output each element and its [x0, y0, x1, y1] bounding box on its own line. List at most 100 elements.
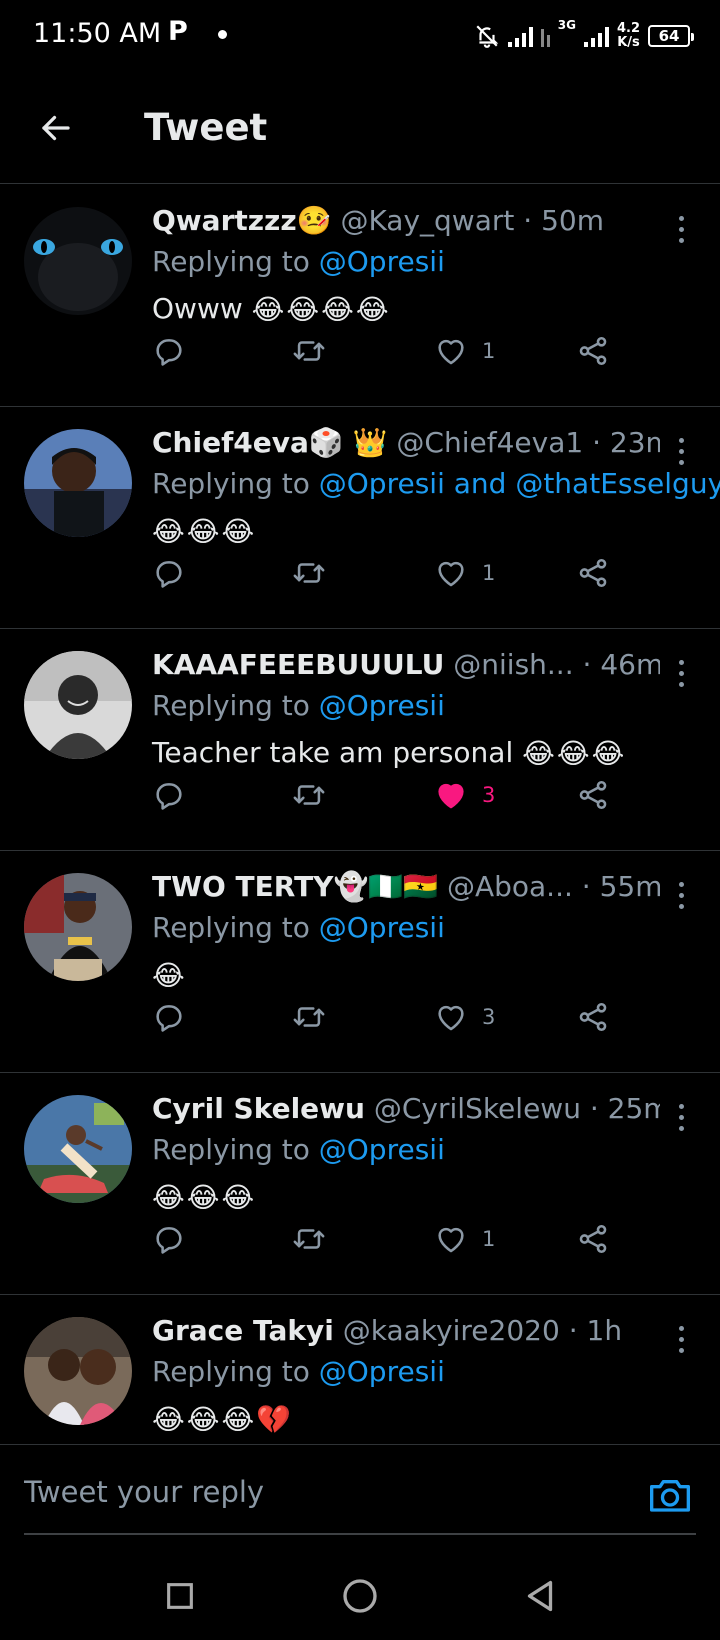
like-count: 1	[482, 1227, 496, 1251]
tweet-time: · 46m	[582, 648, 660, 681]
share-button[interactable]	[576, 995, 610, 1039]
more-options-button[interactable]	[666, 1319, 696, 1359]
author-handle: @CyrilSkelewu	[373, 1092, 581, 1125]
replying-prefix: Replying to	[152, 467, 310, 500]
reply-button[interactable]	[152, 773, 186, 817]
system-back-button[interactable]	[516, 1572, 564, 1620]
avatar[interactable]	[24, 1095, 132, 1203]
share-icon	[579, 1002, 607, 1032]
emoji: 😂	[591, 737, 625, 770]
retweet-button[interactable]	[292, 551, 326, 595]
mention-link[interactable]: @Opresii	[319, 1133, 445, 1166]
emoji: 😂	[556, 737, 590, 770]
mention-link[interactable]: @Opresii	[319, 911, 445, 944]
reply-button[interactable]	[152, 995, 186, 1039]
retweet-button[interactable]	[292, 995, 326, 1039]
share-icon	[579, 558, 607, 588]
more-options-button[interactable]	[666, 431, 696, 471]
retweet-icon	[293, 1007, 325, 1027]
tweet-actions: 1	[152, 1217, 632, 1261]
mention-link[interactable]: @Opresii	[319, 1355, 445, 1388]
emoji: 😂	[152, 515, 185, 548]
tweet-time: · 25m	[589, 1092, 660, 1125]
tweet-emojis: 😂 😂 😂	[152, 508, 254, 556]
like-button[interactable]: 1	[434, 1217, 495, 1261]
reply-tweet[interactable]: Chief4eva🎲 👑 @Chief4eva1 · 23m Replying …	[0, 407, 720, 629]
tweet-text: 😂	[152, 951, 660, 999]
emoji: 😂	[186, 1181, 220, 1214]
like-count: 3	[482, 783, 496, 807]
reply-input[interactable]	[24, 1467, 624, 1517]
status-icons: 3G 4.2 K/s 64	[474, 18, 694, 54]
home-button[interactable]	[336, 1572, 384, 1620]
reply-button[interactable]	[152, 551, 186, 595]
more-options-button[interactable]	[666, 653, 696, 693]
replying-prefix: Replying to	[152, 689, 310, 722]
share-button[interactable]	[576, 773, 610, 817]
replying-to: Replying to @Opresii	[152, 685, 660, 727]
reply-button[interactable]	[152, 329, 186, 373]
retweet-button[interactable]	[292, 329, 326, 373]
mention-link[interactable]: @Opresii	[319, 689, 445, 722]
author-name[interactable]: Grace Takyi	[152, 1314, 334, 1347]
like-button[interactable]: 3	[434, 773, 495, 817]
like-button[interactable]: 1	[434, 329, 495, 373]
heart-icon	[434, 1000, 468, 1034]
reply-button[interactable]	[152, 1217, 186, 1261]
signal-1-icon	[507, 25, 533, 47]
like-count: 1	[482, 339, 496, 363]
status-time: 11:50 AM	[33, 18, 162, 49]
tweet-content: KAAAFEEEBUUULU @niish... · 46m Replying …	[152, 645, 660, 777]
avatar[interactable]	[24, 207, 132, 315]
share-icon	[579, 780, 607, 810]
reply-tweet[interactable]: Grace Takyi @kaakyire2020 · 1h Replying …	[0, 1295, 720, 1445]
author-name[interactable]: Cyril Skelewu	[152, 1092, 365, 1125]
tweet-content: TWO TERTY👻🇳🇬🇬🇭 @Aboa... · 55m Replying t…	[152, 867, 660, 999]
avatar[interactable]	[24, 429, 132, 537]
emoji: 😂	[522, 737, 555, 770]
share-button[interactable]	[576, 329, 610, 373]
share-icon	[579, 1224, 607, 1254]
tweet-time: · 55m	[581, 870, 660, 903]
tweet-content: Chief4eva🎲 👑 @Chief4eva1 · 23m Replying …	[152, 423, 720, 556]
back-button[interactable]	[34, 106, 78, 150]
author-name[interactable]: Chief4eva	[152, 426, 309, 459]
tweet-header: KAAAFEEEBUUULU @niish... · 46m	[152, 645, 660, 685]
more-options-button[interactable]	[666, 1097, 696, 1137]
recents-button[interactable]	[156, 1572, 204, 1620]
author-name[interactable]: TWO TERTY	[152, 870, 333, 903]
retweet-button[interactable]	[292, 773, 326, 817]
mention-link[interactable]: @Opresii and @thatEsselguy	[319, 467, 720, 500]
like-button[interactable]: 1	[434, 551, 495, 595]
camera-button[interactable]	[648, 1475, 692, 1515]
mention-link[interactable]: @Opresii	[319, 245, 445, 278]
avatar[interactable]	[24, 651, 132, 759]
more-options-button[interactable]	[666, 209, 696, 249]
retweet-button[interactable]	[292, 1217, 326, 1261]
author-handle: @niish...	[453, 648, 574, 681]
emoji: 😂	[221, 1181, 255, 1214]
author-name[interactable]: KAAAFEEEBUUULU	[152, 648, 444, 681]
emoji: 😂	[152, 1181, 185, 1214]
author-handle: @Aboa...	[446, 870, 573, 903]
tweet-emojis: 😂 😂 😂 😂	[252, 286, 389, 334]
author-name[interactable]: Qwartzzz	[152, 204, 297, 237]
avatar[interactable]	[24, 1317, 132, 1425]
share-button[interactable]	[576, 1217, 610, 1261]
retweet-icon	[293, 785, 325, 805]
author-handle: @Chief4eva1	[396, 426, 584, 459]
reply-tweet[interactable]: Qwartzzz🤒 @Kay_qwart · 50m Replying to @…	[0, 185, 720, 407]
author-handle: @Kay_qwart	[340, 204, 515, 237]
reply-tweet[interactable]: KAAAFEEEBUUULU @niish... · 46m Replying …	[0, 629, 720, 851]
more-options-button[interactable]	[666, 875, 696, 915]
like-button[interactable]: 3	[434, 995, 495, 1039]
replying-prefix: Replying to	[152, 911, 310, 944]
author-name-emoji: 🤒	[296, 204, 332, 237]
replies-feed[interactable]: Qwartzzz🤒 @Kay_qwart · 50m Replying to @…	[0, 185, 720, 1445]
reply-tweet[interactable]: Cyril Skelewu @CyrilSkelewu · 25m Replyi…	[0, 1073, 720, 1295]
tweet-content: Qwartzzz🤒 @Kay_qwart · 50m Replying to @…	[152, 201, 660, 333]
avatar[interactable]	[24, 873, 132, 981]
network-speed: 4.2 K/s	[617, 22, 640, 50]
reply-tweet[interactable]: TWO TERTY👻🇳🇬🇬🇭 @Aboa... · 55m Replying t…	[0, 851, 720, 1073]
share-button[interactable]	[576, 551, 610, 595]
